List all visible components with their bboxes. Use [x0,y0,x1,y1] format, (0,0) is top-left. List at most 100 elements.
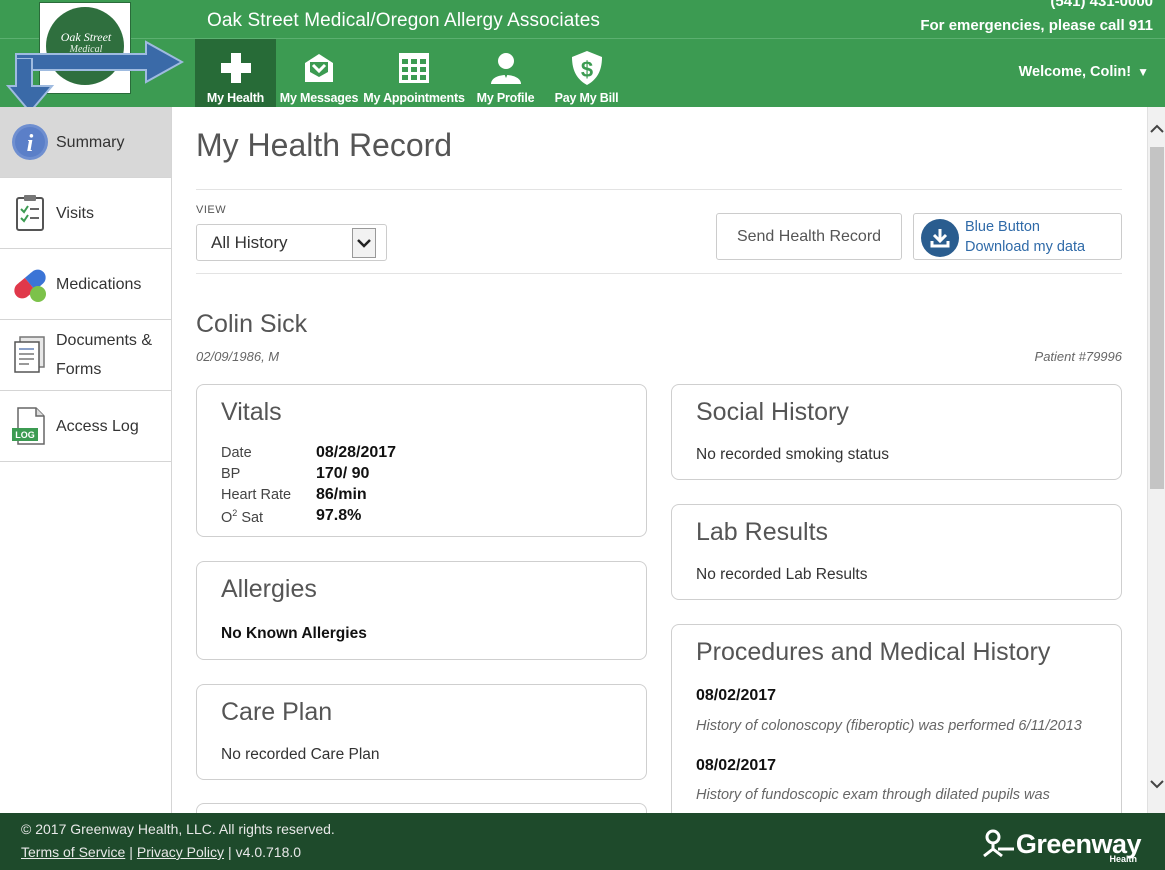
social-history-text: No recorded smoking status [696,446,889,463]
greenway-brand-sub: Health [1109,854,1137,864]
blue-button-label: Blue Button [965,219,1040,235]
terms-link[interactable]: Terms of Service [21,844,125,860]
sidebar-item-access-log[interactable]: LOG Access Log [0,391,171,462]
welcome-text: Welcome, Colin! [1018,64,1132,80]
card-title: Procedures and Medical History [696,638,1051,666]
vitals-card: Vitals Date 08/28/2017 BP 170/ 90 Heart … [196,384,647,537]
chevron-down-icon[interactable] [352,228,376,258]
vitals-label: BP [221,466,241,482]
download-icon [921,219,959,257]
patient-name: Colin Sick [196,310,308,338]
copyright: © 2017 Greenway Health, LLC. All rights … [21,821,335,837]
view-select[interactable]: All History [196,224,387,261]
allergies-text: No Known Allergies [221,625,367,642]
vitals-value: 86/min [316,486,367,503]
emergency-notice: For emergencies, please call 911 [920,17,1153,34]
practice-phone: (541) 431-0000 [1050,0,1153,10]
sidebar-item-label: Documents & Forms [56,326,152,384]
vitals-label: Heart Rate [221,487,292,503]
card-title: Social History [696,398,849,426]
scroll-down-icon[interactable] [1148,776,1165,794]
separator: | [129,844,133,860]
vitals-label: Date [221,445,252,461]
o2-rest: Sat [237,509,264,526]
sidebar-item-label: Summary [56,133,125,151]
sidebar-item-documents-forms[interactable]: Documents & Forms [0,320,171,391]
plus-icon [218,50,254,86]
view-select-value: All History [211,233,288,252]
nav-label: My Appointments [363,91,465,105]
main-nav: My Health My Messages My Appointments My… [195,39,628,107]
procedure-date: 08/02/2017 [696,757,777,774]
envelope-icon [301,50,337,86]
care-plan-card: Care Plan No recorded Care Plan [196,684,647,780]
patient-id: Patient #79996 [1034,349,1122,364]
sidebar-item-summary[interactable]: i Summary [0,107,171,178]
scrollbar-thumb[interactable] [1150,147,1164,489]
log-icon: LOG [10,406,50,446]
app-footer: © 2017 Greenway Health, LLC. All rights … [0,813,1165,870]
vitals-row: BP 170/ 90 [221,465,521,487]
lab-results-text: No recorded Lab Results [696,566,868,583]
vitals-row: Heart Rate 86/min [221,486,521,508]
sidebar-item-medications[interactable]: Medications [0,249,171,320]
clipboard-icon [10,193,50,233]
card-title: Care Plan [221,698,333,726]
nav-my-messages[interactable]: My Messages [276,39,362,107]
nav-my-profile[interactable]: My Profile [466,39,545,107]
footer-links: Terms of Service | Privacy Policy | v4.0.718… [21,844,301,860]
main-content: My Health Record VIEW All History Send H… [172,107,1147,813]
sidebar: i Summary Visits Medications Documents &… [0,107,172,813]
blue-button-sublabel: Download my data [965,239,1086,255]
greenway-logo: Greenway Health [982,826,1142,864]
procedures-card: Procedures and Medical History 08/02/201… [671,624,1122,813]
vitals-row: O2 Sat 97.8% [221,507,521,529]
pill-icon [10,264,50,304]
lab-results-card: Lab Results No recorded Lab Results [671,504,1122,600]
vitals-value: 170/ 90 [316,465,370,482]
nav-label: My Health [206,91,265,105]
svg-text:LOG: LOG [15,430,35,440]
user-menu[interactable]: Welcome, Colin! ▼ [1019,64,1149,80]
separator: | [228,844,232,860]
card-title: Allergies [221,575,317,603]
next-card [196,803,647,813]
o2-main: O [221,509,233,526]
card-title: Vitals [221,398,282,426]
label-line1: Documents & [56,332,153,349]
patient-dob-sex: 02/09/1986, M [196,349,280,364]
nav-label: My Messages [279,91,359,105]
sidebar-item-label: Visits [56,204,94,222]
procedure-desc: History of colonoscopy (fiberoptic) was … [696,718,1082,734]
version-text: v4.0.718.0 [235,844,302,860]
nav-pay-my-bill[interactable]: $ Pay My Bill [545,39,628,107]
practice-name: Oak Street Medical/Oregon Allergy Associ… [207,10,601,31]
svg-text:i: i [27,131,34,157]
view-label: VIEW [196,204,227,216]
divider [196,189,1122,190]
label-line2: Forms [56,361,102,378]
nav-label: My Profile [476,91,535,105]
privacy-link[interactable]: Privacy Policy [137,844,224,860]
greenway-mark-icon [983,829,1014,858]
social-history-card: Social History No recorded smoking statu… [671,384,1122,480]
nav-my-health[interactable]: My Health [195,39,276,107]
info-icon: i [10,122,50,162]
page-title: My Health Record [196,127,453,163]
svg-text:$: $ [580,57,592,82]
vitals-value: 97.8% [316,507,362,524]
vertical-scrollbar[interactable] [1147,107,1165,813]
vitals-label: O2 Sat [221,508,263,526]
card-title: Lab Results [696,518,829,546]
scroll-up-icon[interactable] [1148,121,1165,139]
procedure-desc: History of fundoscopic exam through dila… [696,787,1050,803]
send-health-record-button[interactable]: Send Health Record [716,213,902,260]
allergies-card: Allergies No Known Allergies [196,561,647,660]
sidebar-item-visits[interactable]: Visits [0,178,171,249]
sidebar-item-label: Medications [56,275,142,293]
calendar-grid-icon [396,50,432,86]
blue-button-download[interactable]: Blue Button Download my data [913,213,1122,260]
vitals-value: 08/28/2017 [316,444,397,461]
person-icon [488,50,524,86]
nav-my-appointments[interactable]: My Appointments [362,39,466,107]
